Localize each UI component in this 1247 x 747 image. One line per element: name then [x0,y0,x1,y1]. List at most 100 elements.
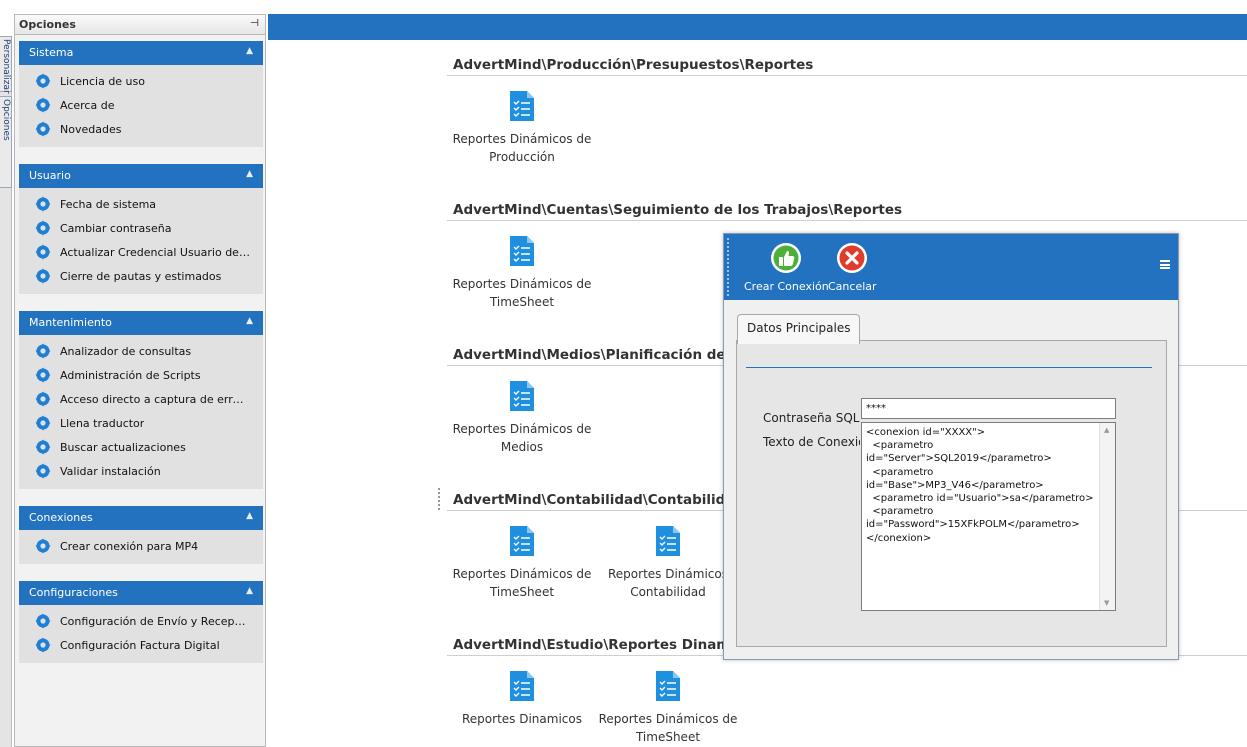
tile-label-line2: TimeSheet [635,730,701,744]
option-item[interactable]: Fecha de sistema [19,192,263,216]
group-title: Usuario [29,169,71,182]
report-document-icon [510,526,534,556]
tab-datos-principales[interactable]: Datos Principales [737,314,861,344]
gear-icon [35,73,51,89]
group-header[interactable]: Usuario ▲ [19,164,263,188]
option-item[interactable]: Llena traductor [19,411,263,435]
collapse-icon[interactable]: ▲ [246,511,253,521]
report-tile[interactable]: Reportes Dinámicos de TimeSheet [593,670,743,746]
option-label: Novedades [60,122,122,136]
option-label: Acerca de [60,98,115,112]
option-item[interactable]: Licencia de uso [19,69,263,93]
group-header[interactable]: Sistema ▲ [19,41,263,65]
group-mantenimiento: Mantenimiento ▲ Analizador de consultas A… [19,311,263,489]
tile-label-line1: Reportes Dinámicos de [452,277,592,291]
vertical-tab-opciones[interactable]: Opciones [0,96,12,188]
option-item[interactable]: Cierre de pautas y estimados [19,264,263,288]
hamburger-menu-icon[interactable] [1160,260,1170,269]
report-tile[interactable]: Reportes Dinámicos de TimeSheet [447,525,597,601]
splitter-handle[interactable] [438,488,440,510]
report-tile[interactable]: Reportes Dinámicos Contabilidad [593,525,743,601]
collapse-icon[interactable]: ▲ [246,46,253,56]
option-label: Actualizar Credencial Usuario de Do... [60,245,250,259]
group-title: Conexiones [29,511,93,524]
tile-label-line1: Reportes Dinámicos de [598,712,738,726]
sql-password-input[interactable] [861,398,1116,419]
group-header[interactable]: Mantenimiento ▲ [19,311,263,335]
option-item[interactable]: Actualizar Credencial Usuario de Do... [19,240,263,264]
option-item[interactable]: Acerca de [19,93,263,117]
option-label: Administración de Scripts [60,368,201,382]
report-tile[interactable]: Reportes Dinámicos de TimeSheet [447,235,597,311]
option-item[interactable]: Acceso directo a captura de errores [19,387,263,411]
create-connection-button[interactable]: Crear Conexión [744,242,829,293]
section-produccion: AdvertMind\Producción\Presupuestos\Repor… [447,54,1247,196]
option-label: Validar instalación [60,464,161,478]
option-label: Configuración de Envío y Recepción... [60,614,250,628]
gear-icon [35,343,51,359]
gear-icon [35,367,51,383]
collapse-icon[interactable]: ▲ [246,316,253,326]
gear-icon [35,97,51,113]
tile-label-line1: Reportes Dinámicos de [452,422,592,436]
tile-label-line1: Reportes Dinamicos [462,712,582,726]
options-panel-title: Opciones [19,18,76,31]
section-title: AdvertMind\Producción\Presupuestos\Repor… [447,54,1247,76]
option-item[interactable]: Buscar actualizaciones [19,435,263,459]
password-label: Contraseña SQL [763,411,860,425]
option-label: Analizador de consultas [60,344,192,358]
group-header[interactable]: Conexiones ▲ [19,506,263,530]
gear-icon [35,637,51,653]
option-label: Configuración Factura Digital [60,638,220,652]
gear-icon [35,538,51,554]
option-item[interactable]: Configuración Factura Digital [19,633,263,657]
vertical-tab-label: Personalizar [1,39,11,94]
option-label: Acceso directo a captura de errores [60,392,250,406]
option-item[interactable]: Cambiar contraseña [19,216,263,240]
report-document-icon [510,381,534,411]
connection-text-area[interactable]: <conexion id="XXXX"> <parametro id="Serv… [861,422,1116,611]
group-conexiones: Conexiones ▲ Crear conexión para MP4 [19,506,263,564]
top-bar [268,14,1247,40]
group-header[interactable]: Configuraciones ▲ [19,581,263,605]
option-item[interactable]: Analizador de consultas [19,339,263,363]
scroll-down-icon[interactable]: ▼ [1104,599,1109,607]
toolbar-grip[interactable] [727,238,729,296]
vertical-tab-strip: Personalizar Opciones [0,36,12,747]
scroll-up-icon[interactable]: ▲ [1104,426,1109,434]
gear-icon [35,613,51,629]
report-document-icon [510,236,534,266]
option-item[interactable]: Novedades [19,117,263,141]
cancel-button[interactable]: Cancelar [828,242,877,293]
report-document-icon [510,91,534,121]
gear-icon [35,220,51,236]
report-tile[interactable]: Reportes Dinamicos [447,670,597,728]
option-label: Buscar actualizaciones [60,440,186,454]
option-item[interactable]: Administración de Scripts [19,363,263,387]
pin-icon[interactable]: ⊣ [250,18,259,29]
tab-panel-divider [746,367,1152,368]
option-item[interactable]: Crear conexión para MP4 [19,534,263,558]
text-area-scrollbar[interactable]: ▲ ▼ [1099,423,1115,610]
option-label: Licencia de uso [60,74,145,88]
gear-icon [35,268,51,284]
connection-dialog: Crear Conexión Cancelar Datos Principale… [723,233,1179,660]
option-item[interactable]: Configuración de Envío y Recepción... [19,609,263,633]
option-item[interactable]: Validar instalación [19,459,263,483]
report-tile[interactable]: Reportes Dinámicos de Producción [447,90,597,166]
collapse-icon[interactable]: ▲ [246,169,253,179]
top-spacer [268,0,1247,14]
dialog-toolbar: Crear Conexión Cancelar [724,234,1178,300]
group-usuario: Usuario ▲ Fecha de sistema Cambiar contra… [19,164,263,294]
option-label: Cierre de pautas y estimados [60,269,222,283]
group-title: Configuraciones [29,586,118,599]
report-document-icon [656,526,680,556]
report-tile[interactable]: Reportes Dinámicos de Medios [447,380,597,456]
vertical-tab-label: Opciones [1,99,11,141]
tile-label-line1: Reportes Dinámicos de [452,132,592,146]
collapse-icon[interactable]: ▲ [246,586,253,596]
report-document-icon [510,671,534,701]
options-panel-header: Opciones ⊣ [15,15,265,35]
vertical-tab-personalizar[interactable]: Personalizar [0,36,12,94]
close-icon [837,243,868,273]
